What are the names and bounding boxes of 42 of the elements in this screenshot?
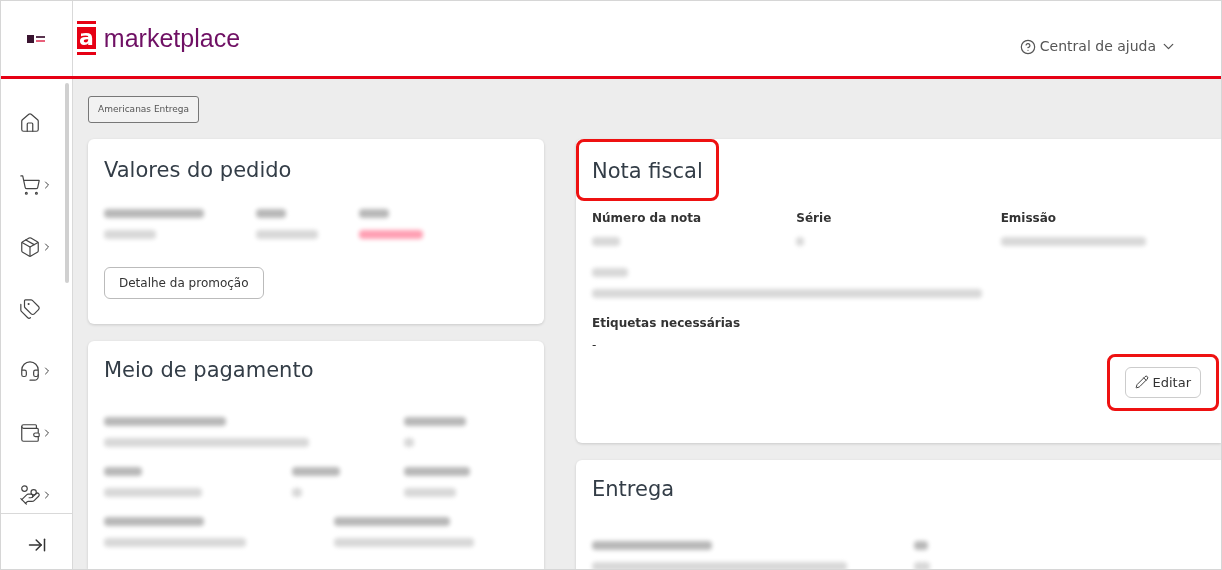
edit-button[interactable]: Editar: [1124, 366, 1201, 398]
blurred-text: [592, 236, 620, 246]
scrollbar[interactable]: [65, 83, 69, 283]
blurred-text: [104, 466, 142, 476]
card-title: Entrega: [592, 475, 676, 503]
blurred-text: [796, 236, 805, 246]
blurred-text: [404, 416, 466, 426]
blurred-text: [104, 229, 156, 239]
card-title: Valores do pedido: [104, 157, 293, 185]
hand-coins-icon: [18, 484, 41, 506]
field-label: Série: [796, 209, 833, 227]
card-title: Nota fiscal: [592, 158, 703, 186]
blurred-text: [292, 487, 302, 497]
blurred-text: [404, 466, 470, 476]
logo-text: marketplace: [103, 23, 241, 53]
pencil-icon: [1134, 375, 1149, 390]
help-icon: [1019, 38, 1036, 55]
blurred-text: [292, 466, 340, 476]
blurred-text: [592, 267, 628, 277]
blurred-text: [404, 487, 456, 497]
home-icon: [18, 112, 41, 134]
box-icon: [18, 236, 41, 258]
blurred-text: [404, 437, 414, 447]
field-label: Emissão: [1000, 209, 1058, 227]
blurred-text: [914, 541, 928, 551]
promotion-detail-button[interactable]: Detalhe da promoção: [104, 266, 264, 299]
blurred-text: [359, 229, 423, 239]
tag-button[interactable]: Americanas Entrega: [88, 96, 200, 124]
blurred-text: [359, 208, 389, 218]
card-title: Meio de pagamento: [104, 357, 315, 385]
blurred-text: [256, 208, 286, 218]
field-label: Número da nota: [592, 209, 703, 227]
brand-logo-icon: [26, 33, 47, 44]
help-center-menu[interactable]: Central de ajuda: [1019, 36, 1177, 57]
tags-icon: [18, 298, 41, 320]
cart-icon: [18, 174, 41, 196]
logo-mark: a: [77, 24, 96, 52]
field-value: -: [591, 336, 598, 354]
blurred-text: [256, 229, 318, 239]
headset-icon: [18, 360, 41, 382]
field-label: Etiquetas necessárias: [591, 314, 742, 332]
wallet-icon: [18, 422, 41, 444]
